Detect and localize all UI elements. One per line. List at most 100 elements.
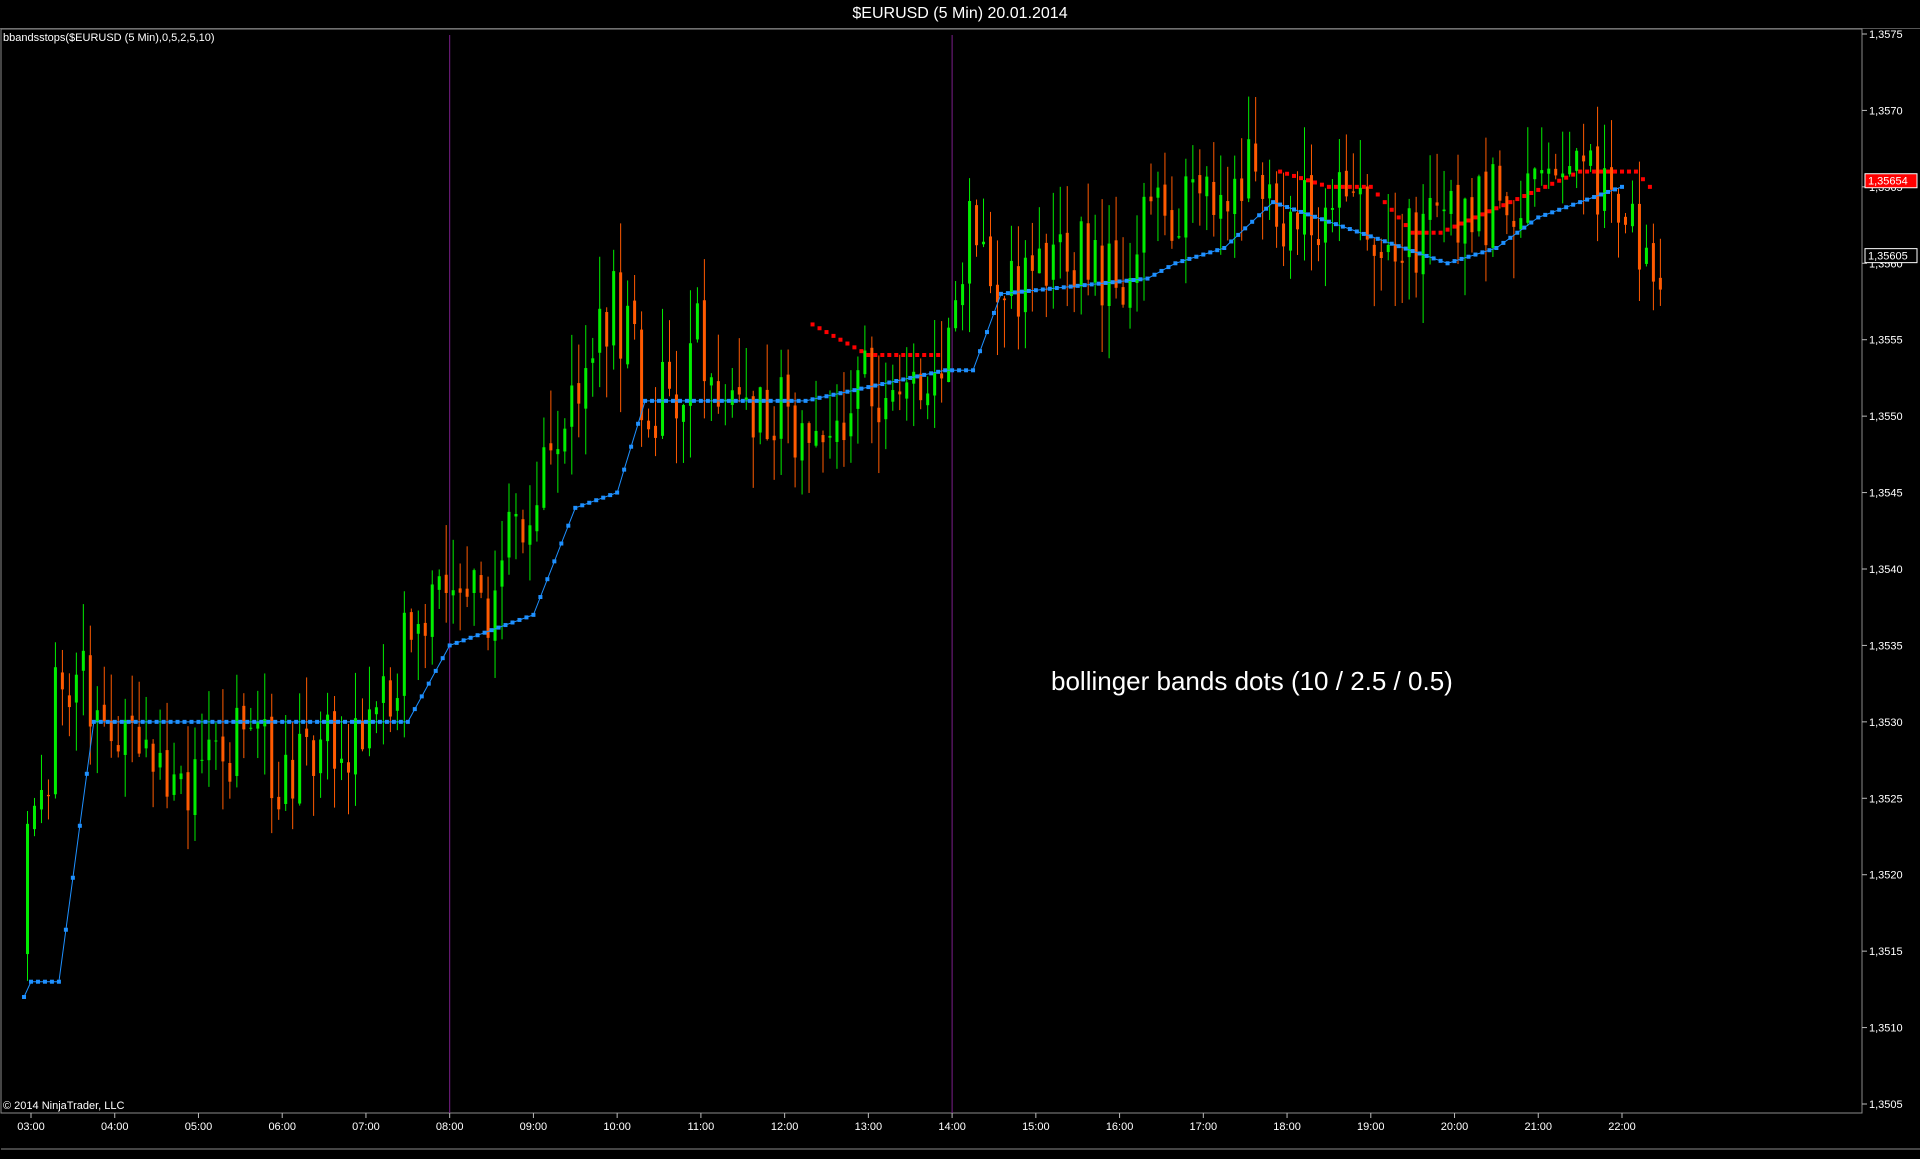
candle-body [165,750,169,797]
candlesticks [26,96,1662,981]
candle-body [591,358,595,363]
resistance-dot [1578,169,1583,174]
price-marker-label: 1,35605 [1868,251,1908,263]
candle [1435,153,1439,218]
candle [1051,192,1055,309]
candle-body [158,752,162,768]
resistance-dot [1354,184,1359,189]
candle [1568,131,1572,177]
candle [444,525,448,623]
candle [1498,150,1502,209]
candle-body [933,372,937,396]
candle-body [1330,207,1334,210]
resistance-dot [1431,230,1436,235]
x-tick-label: 13:00 [855,1121,883,1133]
resistance-dot [1640,177,1645,182]
candle-body [102,704,106,722]
candle-body [214,740,218,742]
candle-body [74,674,78,703]
candle-body [849,413,853,437]
candle [235,674,239,788]
candle-body [402,612,406,696]
resistance-dot [1403,223,1408,228]
price-chart[interactable]: 1,35751,35701,35651,35601,35551,35501,35… [0,0,1920,1159]
candle [1261,162,1265,240]
candle-body [975,205,979,246]
candle-body [151,743,155,772]
candle [1526,127,1530,227]
candle-body [549,443,553,451]
candle [556,410,560,493]
candle-body [584,368,588,409]
candle-body [1393,243,1397,262]
candle-body [1309,175,1313,236]
candle-body [186,772,190,811]
candle [221,689,225,810]
candle [291,722,295,830]
candle-body [1582,155,1586,162]
candle [381,644,385,745]
candle-body [961,284,965,306]
candle [1302,127,1306,261]
candle-body [367,709,371,749]
resistance-dot [1438,230,1443,235]
candle-body [430,584,434,637]
candle [681,403,685,463]
candle-body [277,796,281,810]
candle-body [1547,168,1551,174]
candle [95,686,99,774]
candle-body [26,823,30,955]
candle [1421,184,1425,324]
candle-body [235,707,239,777]
candle [1205,166,1209,231]
candle-body [570,385,574,427]
candle-body [535,505,539,532]
candle-body [528,525,532,545]
resistance-dot [1599,169,1604,174]
candle-body [1379,251,1383,259]
candle-body [988,236,992,287]
resistance-dot [1585,169,1590,174]
resistance-dot [1529,190,1534,195]
resistance-dot [1459,221,1464,226]
candle [1379,238,1383,291]
candle [249,707,253,731]
candle [151,739,155,808]
resistance-dot [866,353,871,357]
candle-body [39,790,43,810]
candle [123,698,127,797]
candle [1630,180,1634,233]
candle [1009,225,1013,309]
resistance-dot [908,353,913,357]
candle [870,336,874,444]
resistance-dot [1550,181,1555,186]
resistance-dot [1278,169,1283,174]
resistance-dot [1466,218,1471,223]
x-tick-label: 06:00 [268,1121,296,1133]
resistance-dot [1571,172,1576,177]
candle-body [786,374,790,407]
candle-body [1470,197,1474,233]
candle [1463,197,1467,296]
candle-body [172,774,176,795]
resistance-dot [887,353,892,357]
candle-body [1344,170,1348,197]
candle [465,546,469,608]
candle [1442,170,1446,243]
candle-body [1079,221,1083,287]
candle-body [1086,223,1090,280]
candle-body [1163,184,1167,216]
candle-body [347,762,351,773]
candle [842,372,846,467]
candle-body [633,300,637,325]
candle [430,570,434,665]
y-axis: 1,35751,35701,35651,35601,35551,35501,35… [1862,29,1903,1111]
candle-body [1093,240,1097,283]
candle-body [1002,298,1006,301]
candle-body [319,739,323,774]
candle [1100,199,1104,352]
candle [1254,97,1258,182]
candle [1400,213,1404,304]
candle-body [249,727,253,729]
session-breaks [449,35,953,1113]
